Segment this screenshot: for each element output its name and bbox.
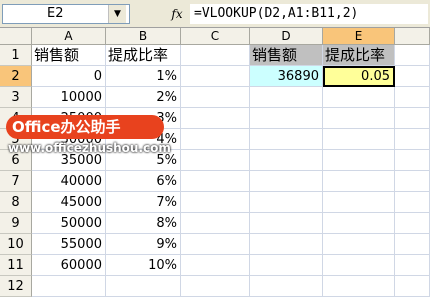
cell-e2[interactable]: 0.05: [323, 66, 395, 87]
cell-b7[interactable]: 6%: [106, 171, 181, 192]
column-header-e[interactable]: E: [323, 28, 395, 45]
row-header-3[interactable]: 3: [0, 87, 32, 108]
formula-input[interactable]: =VLOOKUP(D2,A1:B11,2): [190, 4, 428, 24]
fx-icon[interactable]: fx: [168, 6, 186, 22]
cell-d9[interactable]: [250, 213, 323, 234]
cell-a9[interactable]: 50000: [32, 213, 106, 234]
cell-filler: [395, 66, 430, 87]
column-header-a[interactable]: A: [32, 28, 106, 45]
cell-c8[interactable]: [181, 192, 250, 213]
cell-b2[interactable]: 1%: [106, 66, 181, 87]
cell-b3[interactable]: 2%: [106, 87, 181, 108]
column-header-c[interactable]: C: [181, 28, 250, 45]
cell-d8[interactable]: [250, 192, 323, 213]
cell-a10[interactable]: 55000: [32, 234, 106, 255]
cell-e6[interactable]: [323, 150, 395, 171]
row-header-1[interactable]: 1: [0, 45, 32, 66]
row-header-2[interactable]: 2: [0, 66, 32, 87]
cell-d6[interactable]: [250, 150, 323, 171]
cell-filler: [395, 234, 430, 255]
cell-b1[interactable]: 提成比率: [106, 45, 181, 66]
cell-filler: [395, 213, 430, 234]
cell-e3[interactable]: [323, 87, 395, 108]
cell-filler: [395, 150, 430, 171]
column-header-d[interactable]: D: [250, 28, 323, 45]
cell-filler: [395, 276, 430, 297]
cell-a8[interactable]: 45000: [32, 192, 106, 213]
watermark-logo: Office办公助手: [6, 115, 164, 139]
cell-e7[interactable]: [323, 171, 395, 192]
cell-a1[interactable]: 销售额: [32, 45, 106, 66]
cell-c1[interactable]: [181, 45, 250, 66]
cell-c3[interactable]: [181, 87, 250, 108]
cell-c9[interactable]: [181, 213, 250, 234]
cell-c12[interactable]: [181, 276, 250, 297]
watermark-url: www.officezhushou.com: [8, 141, 171, 155]
cell-e10[interactable]: [323, 234, 395, 255]
row-header-7[interactable]: 7: [0, 171, 32, 192]
cell-b9[interactable]: 8%: [106, 213, 181, 234]
cell-c7[interactable]: [181, 171, 250, 192]
cell-a3[interactable]: 10000: [32, 87, 106, 108]
cell-e1[interactable]: 提成比率: [323, 45, 395, 66]
cell-a12[interactable]: [32, 276, 106, 297]
cell-e4[interactable]: [323, 108, 395, 129]
cell-b10[interactable]: 9%: [106, 234, 181, 255]
cell-d2[interactable]: 36890: [250, 66, 323, 87]
column-header-filler: [395, 28, 430, 45]
cell-d5[interactable]: [250, 129, 323, 150]
row-header-9[interactable]: 9: [0, 213, 32, 234]
cell-c4[interactable]: [181, 108, 250, 129]
cell-filler: [395, 87, 430, 108]
cell-d12[interactable]: [250, 276, 323, 297]
cell-filler: [395, 171, 430, 192]
cell-e5[interactable]: [323, 129, 395, 150]
cell-e12[interactable]: [323, 276, 395, 297]
cell-c2[interactable]: [181, 66, 250, 87]
row-header-10[interactable]: 10: [0, 234, 32, 255]
cell-filler: [395, 129, 430, 150]
cell-d10[interactable]: [250, 234, 323, 255]
cell-a7[interactable]: 40000: [32, 171, 106, 192]
select-all-corner[interactable]: [0, 28, 32, 45]
row-header-12[interactable]: 12: [0, 276, 32, 297]
cell-b8[interactable]: 7%: [106, 192, 181, 213]
row-header-8[interactable]: 8: [0, 192, 32, 213]
cell-b12[interactable]: [106, 276, 181, 297]
cell-d3[interactable]: [250, 87, 323, 108]
cell-d4[interactable]: [250, 108, 323, 129]
cell-c10[interactable]: [181, 234, 250, 255]
formula-bar: E2 ▼ fx =VLOOKUP(D2,A1:B11,2): [0, 0, 430, 28]
cell-d7[interactable]: [250, 171, 323, 192]
chevron-down-icon[interactable]: ▼: [108, 5, 126, 23]
cell-e8[interactable]: [323, 192, 395, 213]
cell-filler: [395, 45, 430, 66]
cell-d1[interactable]: 销售额: [250, 45, 323, 66]
cell-a2[interactable]: 0: [32, 66, 106, 87]
column-header-b[interactable]: B: [106, 28, 181, 45]
cell-filler: [395, 192, 430, 213]
cell-filler: [395, 108, 430, 129]
cell-e9[interactable]: [323, 213, 395, 234]
